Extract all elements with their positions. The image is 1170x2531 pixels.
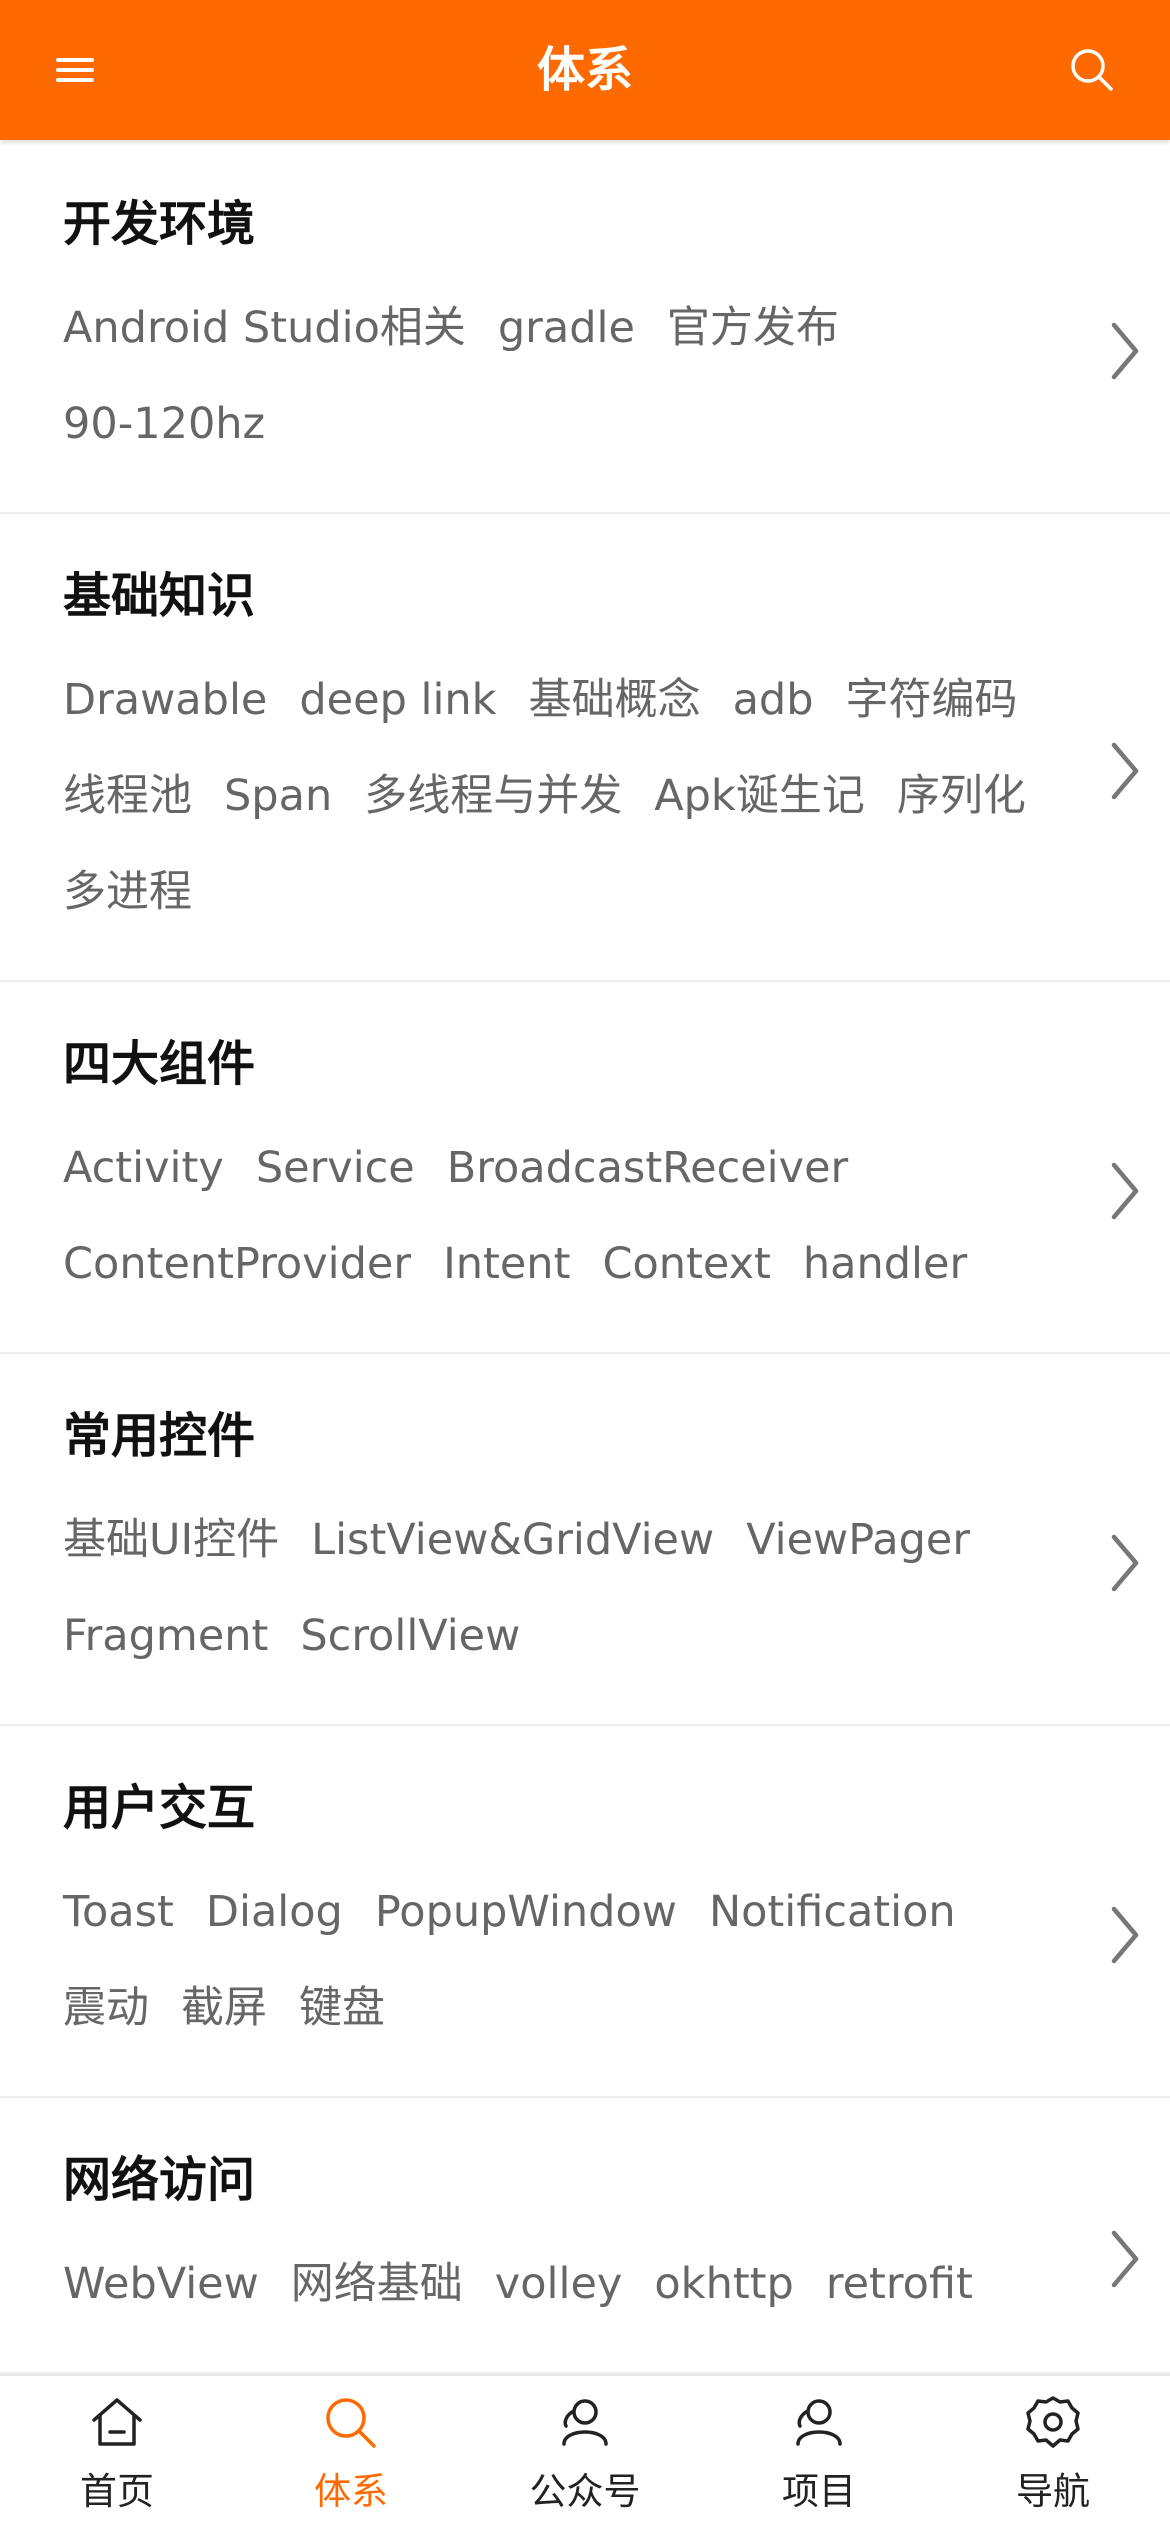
category-tag[interactable]: 键盘 (299, 1960, 385, 2056)
category-tag[interactable]: Context (602, 1216, 770, 1312)
search-icon[interactable] (1064, 42, 1120, 98)
category-card[interactable]: 网络访问 WebView 网络基础 volley okhttp retrofit (0, 2098, 1170, 2374)
category-card[interactable]: 常用控件基础UI控件 ListView&GridView ViewPager Frag… (0, 1354, 1170, 1726)
home-icon (84, 2390, 150, 2460)
category-tag[interactable]: Toast (63, 1864, 174, 1960)
nav-item[interactable]: 导航 (936, 2376, 1170, 2531)
category-list[interactable]: 开发环境 Android Studio相关 gradle 官方发布 90-120hz 基础… (0, 142, 1170, 2376)
category-tag[interactable]: Apk诞生记 (654, 748, 865, 844)
gear-icon (1020, 2390, 1086, 2460)
category-tag[interactable]: 基础概念 (529, 652, 701, 748)
category-tag[interactable]: PopupWindow (375, 1864, 677, 1960)
nav-item[interactable]: 项目 (702, 2376, 936, 2531)
category-card[interactable]: 用户交互 Toast Dialog PopupWindow Notification 震动… (0, 1726, 1170, 2098)
category-tag[interactable]: 字符编码 (846, 652, 1018, 748)
chevron-right-icon (1111, 1906, 1139, 1964)
category-tag[interactable]: volley (495, 2236, 623, 2332)
top-app-bar: 体系 (0, 0, 1170, 140)
category-tags: WebView 网络基础 volley okhttp retrofit (63, 2236, 1050, 2332)
category-tag[interactable]: 截屏 (181, 1960, 267, 2056)
category-tag[interactable]: Span (224, 748, 332, 844)
category-tag[interactable]: BroadcastReceiver (447, 1120, 848, 1216)
category-tag[interactable]: 网络基础 (291, 2236, 463, 2332)
category-tag[interactable]: Activity (63, 1120, 224, 1216)
category-tag[interactable]: Intent (443, 1216, 570, 1312)
category-tag[interactable]: adb (733, 652, 814, 748)
category-tag[interactable]: 90-120hz (63, 376, 265, 472)
category-tag[interactable]: 官方发布 (667, 280, 839, 376)
chevron-right-icon (1111, 1534, 1139, 1592)
category-title: 基础知识 (63, 568, 256, 624)
category-tag[interactable]: Dialog (206, 1864, 343, 1960)
category-title: 四大组件 (63, 1036, 256, 1092)
category-card[interactable]: 开发环境 Android Studio相关 gradle 官方发布 90-120hz (0, 142, 1170, 514)
chevron-right-icon (1111, 322, 1139, 380)
category-tag[interactable]: Fragment (63, 1588, 268, 1684)
category-tag[interactable]: 基础UI控件 (63, 1492, 279, 1588)
user-icon (786, 2390, 852, 2460)
nav-label: 体系 (314, 2470, 388, 2513)
category-tag[interactable]: ContentProvider (63, 1216, 411, 1312)
category-tag[interactable]: WebView (63, 2236, 259, 2332)
category-tag[interactable]: handler (803, 1216, 967, 1312)
category-title: 网络访问 (63, 2152, 256, 2208)
chevron-right-icon (1111, 1162, 1139, 1220)
category-tags: Activity Service BroadcastReceiver ContentP… (63, 1120, 1050, 1312)
category-tag[interactable]: okhttp (654, 2236, 793, 2332)
category-tags: Android Studio相关 gradle 官方发布 90-120hz (63, 280, 1050, 472)
category-tag[interactable]: 震动 (63, 1960, 149, 2056)
category-tag[interactable]: deep link (299, 652, 496, 748)
category-tag[interactable]: Service (256, 1120, 415, 1216)
category-title: 常用控件 (63, 1408, 256, 1464)
category-tag[interactable]: 多进程 (63, 844, 192, 940)
category-tag[interactable]: 序列化 (897, 748, 1026, 844)
category-card[interactable]: 基础知识 Drawable deep link 基础概念 adb 字符编码线程池 Span 多… (0, 514, 1170, 982)
category-card[interactable]: 四大组件 Activity Service BroadcastReceiver Cont… (0, 982, 1170, 1354)
bottom-navigation: 首页 体系 公众号 项目 导航 (0, 2374, 1170, 2531)
category-tag[interactable]: Drawable (63, 652, 267, 748)
page-title: 体系 (536, 42, 633, 98)
category-tag[interactable]: ViewPager (746, 1492, 970, 1588)
nav-label: 项目 (782, 2470, 856, 2513)
category-tag[interactable]: Notification (709, 1864, 956, 1960)
search-icon (318, 2390, 384, 2460)
category-tag[interactable]: retrofit (826, 2236, 973, 2332)
chevron-right-icon (1111, 742, 1139, 800)
category-tags: Toast Dialog PopupWindow Notification 震动 截屏 键盘 (63, 1864, 1050, 2056)
nav-label: 首页 (80, 2470, 154, 2513)
category-tag[interactable]: ScrollView (300, 1588, 520, 1684)
category-tag[interactable]: 多线程与并发 (364, 748, 622, 844)
category-tag[interactable]: Android Studio相关 (63, 280, 466, 376)
category-title: 用户交互 (63, 1780, 256, 1836)
nav-item[interactable]: 首页 (0, 2376, 234, 2531)
category-tag[interactable]: ListView&GridView (311, 1492, 714, 1588)
nav-label: 公众号 (529, 2470, 641, 2513)
category-tags: Drawable deep link 基础概念 adb 字符编码线程池 Span 多线程与并… (63, 652, 1050, 940)
nav-item[interactable]: 公众号 (468, 2376, 702, 2531)
nav-label: 导航 (1016, 2470, 1090, 2513)
chevron-right-icon (1111, 2230, 1139, 2288)
category-tag[interactable]: gradle (498, 280, 635, 376)
category-title: 开发环境 (63, 196, 256, 252)
app: 体系 开发环境 Android Studio相关 gradle 官方发布 90-120h… (0, 0, 1170, 2531)
category-tag[interactable]: 线程池 (63, 748, 192, 844)
category-tags: 基础UI控件 ListView&GridView ViewPager Fragment… (63, 1492, 1050, 1684)
nav-item[interactable]: 体系 (234, 2376, 468, 2531)
user-icon (552, 2390, 618, 2460)
